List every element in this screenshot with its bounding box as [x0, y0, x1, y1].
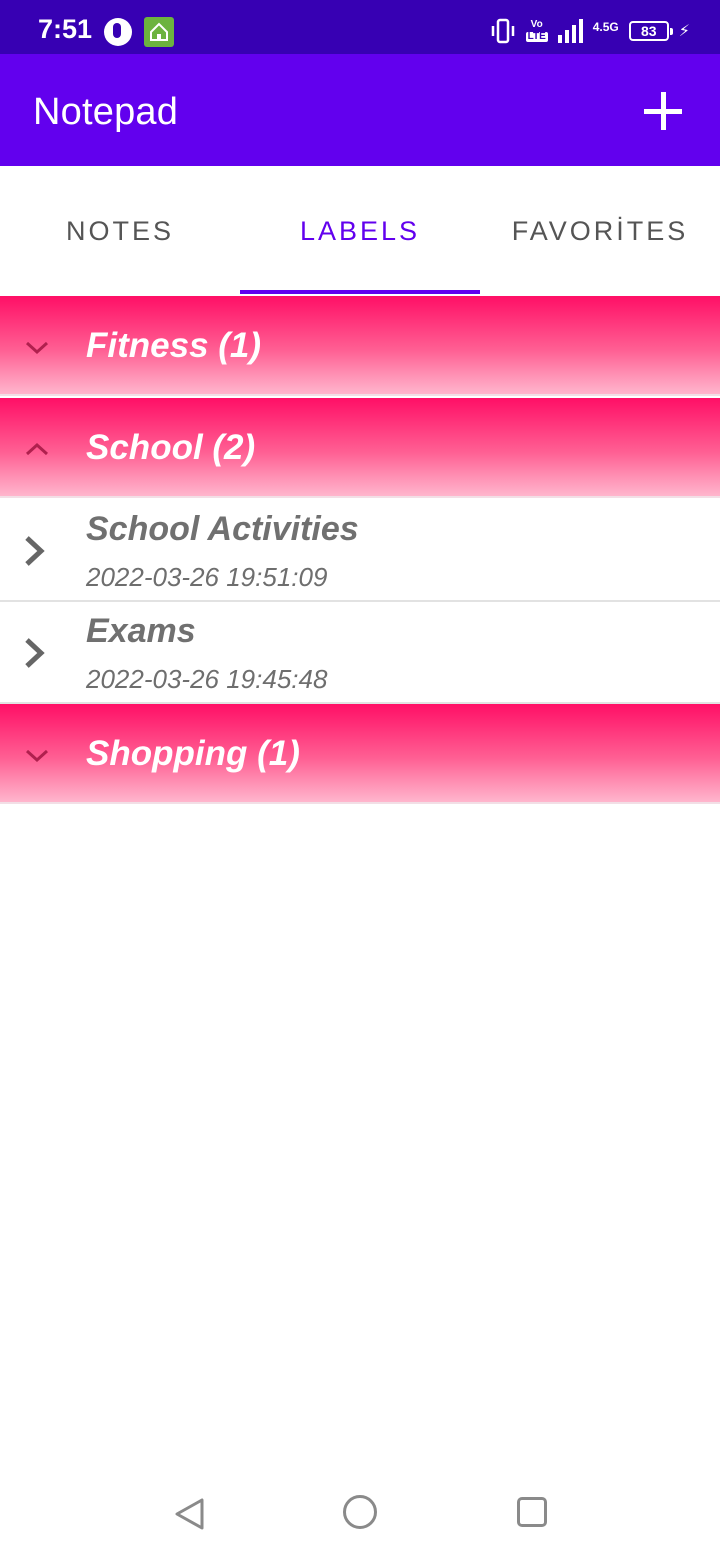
system-nav-bar	[0, 1462, 720, 1560]
label-group-school[interactable]: School (2)	[0, 398, 720, 498]
app-title: Notepad	[33, 91, 179, 133]
note-title: Exams	[86, 612, 196, 650]
chevron-down-icon	[25, 749, 49, 763]
add-note-button[interactable]	[634, 82, 692, 140]
group-label: Shopping (1)	[86, 734, 300, 773]
tab-labels[interactable]: LABELS	[240, 166, 480, 296]
status-time: 7:51	[38, 14, 93, 44]
active-tab-indicator	[240, 290, 480, 294]
note-row[interactable]: School Activities 2022-03-26 19:51:09	[0, 500, 720, 602]
group-label: Fitness (1)	[86, 326, 262, 365]
volte-icon: Vo LTE	[525, 19, 548, 42]
tab-favorites[interactable]: FAVORİTES	[480, 166, 720, 296]
back-triangle-icon[interactable]	[172, 1496, 208, 1532]
home-app-notification-icon	[144, 17, 174, 47]
label-group-fitness[interactable]: Fitness (1)	[0, 296, 720, 396]
lte-label: LTE	[525, 31, 548, 42]
note-title: School Activities	[86, 510, 359, 548]
notification-app-icon	[104, 18, 132, 46]
chevron-right-icon	[25, 536, 45, 566]
status-icons: Vo LTE 4.5G 83 ⚡	[490, 16, 690, 46]
note-date: 2022-03-26 19:51:09	[86, 562, 328, 592]
status-bar: 7:51 Vo LTE 4.5G 83 ⚡	[0, 0, 720, 54]
tab-notes[interactable]: NOTES	[0, 166, 240, 296]
label-group-shopping[interactable]: Shopping (1)	[0, 704, 720, 804]
chevron-down-icon	[25, 341, 49, 355]
tab-bar: NOTES LABELS FAVORİTES	[0, 166, 720, 296]
app-bar: Notepad	[0, 54, 720, 166]
network-type-label: 4.5G	[592, 20, 619, 34]
battery-icon: 83	[628, 21, 673, 41]
group-label: School (2)	[86, 428, 256, 467]
vibrate-icon	[490, 18, 516, 44]
recents-square-icon[interactable]	[517, 1497, 547, 1527]
chevron-right-icon	[25, 638, 45, 668]
note-date: 2022-03-26 19:45:48	[86, 664, 328, 694]
note-row[interactable]: Exams 2022-03-26 19:45:48	[0, 602, 720, 704]
volte-label: Vo	[530, 19, 543, 30]
chevron-up-icon	[25, 442, 49, 456]
signal-strength-icon	[557, 19, 583, 43]
charging-icon: ⚡	[678, 23, 690, 40]
home-circle-icon[interactable]	[343, 1495, 377, 1529]
